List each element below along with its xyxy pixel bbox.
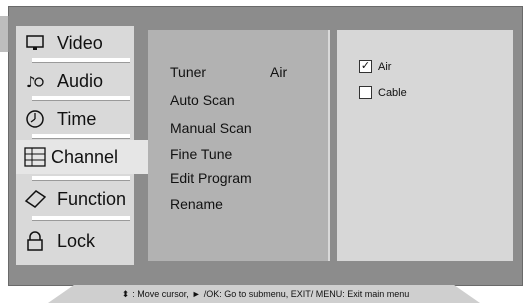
submenu-item-edit-program[interactable]: Edit Program xyxy=(170,170,252,186)
option-label: Cable xyxy=(378,86,407,99)
hint-submenu-exit: /OK: Go to submenu, EXIT/ MENU: Exit mai… xyxy=(203,289,410,299)
checkbox-unchecked-icon[interactable] xyxy=(359,86,372,99)
submenu-item-tuner[interactable]: Tuner xyxy=(170,64,206,80)
menu-divider xyxy=(32,96,130,101)
menu-item-video[interactable]: Video xyxy=(16,26,134,60)
channel-submenu: Tuner Air Auto Scan Manual Scan Fine Tun… xyxy=(148,30,330,261)
monitor-icon xyxy=(23,33,47,53)
menu-item-label: Channel xyxy=(51,146,119,167)
up-down-arrow-icon: ⬍ xyxy=(121,288,130,299)
menu-divider xyxy=(32,176,130,181)
menu-item-label: Lock xyxy=(57,230,96,251)
menu-divider xyxy=(32,216,130,221)
svg-text:♪: ♪ xyxy=(26,73,36,90)
submenu-item-rename[interactable]: Rename xyxy=(170,196,223,212)
option-label: Air xyxy=(378,60,392,73)
play-arrow-icon: ► xyxy=(191,289,201,299)
option-air[interactable]: ✓ Air xyxy=(359,60,391,73)
checkbox-checked-icon[interactable]: ✓ xyxy=(359,60,372,73)
channel-grid-icon xyxy=(23,147,47,167)
menu-item-label: Time xyxy=(57,108,97,129)
menu-item-label: Video xyxy=(57,32,103,53)
help-hint-bar: ⬍ : Move cursor, ► /OK: Go to submenu, E… xyxy=(48,285,480,303)
menu-divider xyxy=(32,58,130,63)
menu-divider xyxy=(32,134,130,139)
submenu-item-manual-scan[interactable]: Manual Scan xyxy=(170,120,252,136)
menu-item-function[interactable]: Function xyxy=(16,182,134,216)
clock-icon xyxy=(23,109,47,129)
menu-item-time[interactable]: Time xyxy=(16,102,134,136)
menu-item-label: Audio xyxy=(57,70,104,91)
option-cable[interactable]: Cable xyxy=(359,86,407,99)
tuner-options: ✓ Air Cable xyxy=(337,30,513,261)
submenu-item-auto-scan[interactable]: Auto Scan xyxy=(170,92,235,108)
hint-move: : Move cursor, xyxy=(132,289,189,299)
main-menu: Video ♪ Audio Time Channel Function Lock xyxy=(16,26,166,265)
submenu-item-fine-tune[interactable]: Fine Tune xyxy=(170,146,232,162)
tuner-value: Air xyxy=(270,64,288,80)
menu-item-audio[interactable]: ♪ Audio xyxy=(16,64,134,98)
frame-notch xyxy=(0,16,9,52)
menu-item-label: Function xyxy=(57,188,127,209)
music-note-icon: ♪ xyxy=(23,71,47,91)
diamond-icon xyxy=(23,189,47,209)
menu-item-channel[interactable]: Channel xyxy=(16,140,166,174)
menu-item-lock[interactable]: Lock xyxy=(16,224,134,258)
padlock-icon xyxy=(23,231,47,251)
